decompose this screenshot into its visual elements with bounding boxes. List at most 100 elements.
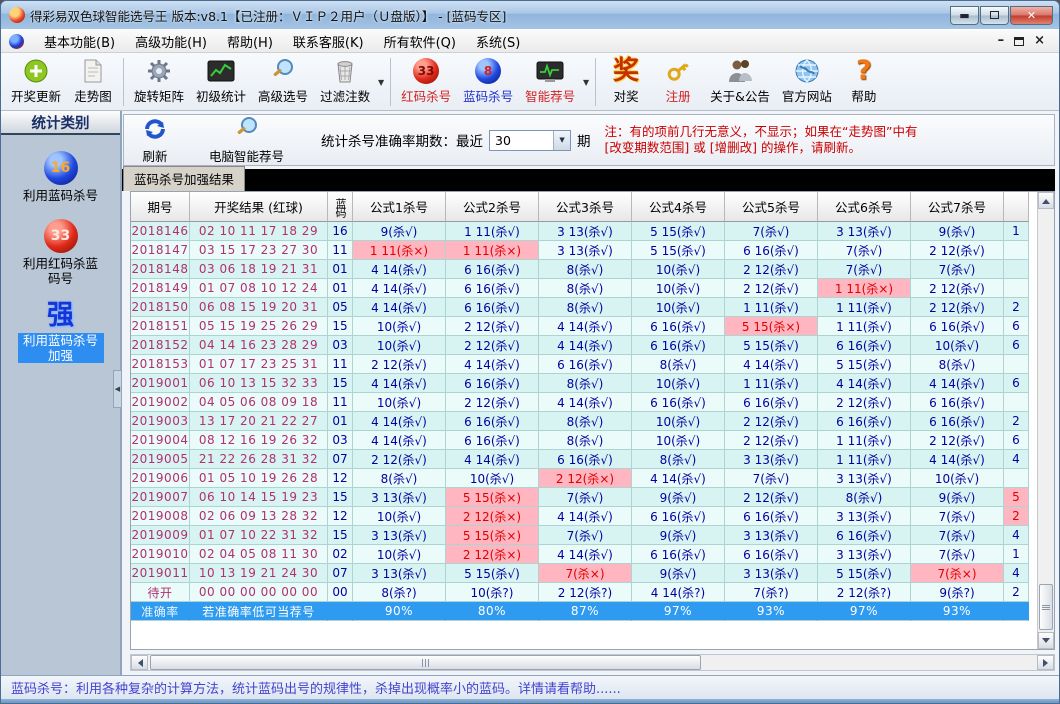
table-row[interactable]: 201814703 15 17 23 27 30111 11(杀×)1 11(杀… — [131, 241, 1037, 260]
toolbar-button-帮助[interactable]: ?帮助 — [838, 55, 890, 109]
mdi-app-icon[interactable] — [9, 34, 24, 49]
vertical-scroll-thumb[interactable] — [1039, 584, 1053, 630]
column-header-公式1杀号[interactable]: 公式1杀号 — [353, 192, 446, 222]
horizontal-scroll-thumb[interactable] — [150, 655, 701, 670]
sidebar-item-利用蓝码杀号[interactable]: 16利用蓝码杀号 — [1, 151, 120, 203]
mdi-minimize-button[interactable]: – — [998, 36, 1005, 46]
tab-blue-kill-enhanced[interactable]: 蓝码杀号加强结果 — [123, 166, 245, 191]
period-cell: 2018150 — [131, 298, 190, 317]
table-row[interactable]: 201900204 05 06 08 09 181110(杀√)2 12(杀√)… — [131, 393, 1037, 412]
column-header-公式7杀号[interactable]: 公式7杀号 — [911, 192, 1004, 222]
extra-cell — [1004, 355, 1029, 374]
column-header-公式3杀号[interactable]: 公式3杀号 — [539, 192, 632, 222]
extra-cell: 6 — [1004, 336, 1029, 355]
vertical-scrollbar[interactable] — [1037, 192, 1054, 649]
formula-cell: 8(杀√) — [632, 450, 725, 469]
sidebar-item-利用蓝码杀号加强[interactable]: 强利用蓝码杀号加强 — [1, 302, 120, 363]
toolbar-button-红码杀号[interactable]: 33红码杀号 — [395, 55, 457, 109]
table-row[interactable]: 201900802 06 09 13 28 321210(杀√)2 12(杀×)… — [131, 507, 1037, 526]
toolbar-button-对奖[interactable]: 奖对奖 — [600, 55, 652, 109]
table-row[interactable]: 201815204 14 16 23 28 290310(杀√)2 12(杀√)… — [131, 336, 1037, 355]
formula-cell: 4 14(杀√) — [353, 431, 446, 450]
toolbar-button-初级统计[interactable]: 初级统计 — [190, 55, 252, 109]
table-row[interactable]: 201815006 08 15 19 20 31054 14(杀√)6 16(杀… — [131, 298, 1037, 317]
toolbar-button-走势图[interactable]: 走势图 — [67, 55, 119, 109]
formula-cell: 1 11(杀√) — [725, 374, 818, 393]
red-balls-cell: 04 14 16 23 28 29 — [190, 336, 328, 355]
toolbar-button-注册[interactable]: 注册 — [652, 55, 704, 109]
table-row[interactable]: 201900521 22 26 28 31 32072 12(杀√)4 14(杀… — [131, 450, 1037, 469]
formula-cell: 8(杀√) — [632, 355, 725, 374]
minimize-button[interactable]: ▬ — [950, 6, 979, 25]
menu-item[interactable]: 高级功能(H) — [125, 29, 217, 54]
column-header-公式2杀号[interactable]: 公式2杀号 — [446, 192, 539, 222]
smart-pick-button[interactable]: 电脑智能荐号 — [200, 113, 293, 168]
formula-cell: 2 12(杀×) — [539, 469, 632, 488]
period-count-select[interactable]: 30 ▼ — [489, 130, 571, 151]
toolbar-button-官方网站[interactable]: 官方网站 — [776, 55, 838, 109]
column-header-期号[interactable]: 期号 — [131, 192, 190, 222]
toolbar-button-过滤注数[interactable]: 过滤注数 — [314, 55, 376, 109]
formula-cell: 6 16(杀√) — [911, 412, 1004, 431]
menu-item[interactable]: 帮助(H) — [217, 29, 283, 54]
toolbar-button-旋转矩阵[interactable]: 旋转矩阵 — [128, 55, 190, 109]
formula-cell: 2 12(杀×) — [446, 545, 539, 564]
column-header-开奖结果 (红球)[interactable]: 开奖结果 (红球) — [190, 192, 328, 222]
table-body: 201814602 10 11 17 18 29169(杀√)1 11(杀√)3… — [131, 222, 1037, 621]
table-row[interactable]: 待开00 00 00 00 00 00008(杀?)10(杀?)2 12(杀?)… — [131, 583, 1037, 602]
vertical-scroll-track[interactable] — [1038, 209, 1054, 632]
table-row[interactable]: 201815105 15 19 25 26 291510(杀√)2 12(杀√)… — [131, 317, 1037, 336]
toolbar-button-高级选号[interactable]: 高级选号 — [252, 55, 314, 109]
table-row[interactable]: 201900408 12 16 19 26 32034 14(杀√)6 16(杀… — [131, 431, 1037, 450]
table-row[interactable]: 201814901 07 08 10 12 24014 14(杀√)6 16(杀… — [131, 279, 1037, 298]
column-header-蓝码[interactable]: 蓝码 — [328, 192, 353, 222]
scroll-up-button[interactable] — [1038, 192, 1054, 209]
dropdown-arrow-icon[interactable]: ▼ — [376, 55, 386, 109]
sidebar-item-利用红码杀蓝码号[interactable]: 33利用红码杀蓝码号 — [1, 219, 120, 286]
scroll-left-button[interactable] — [131, 655, 148, 670]
red-balls-cell: 01 05 10 19 26 28 — [190, 469, 328, 488]
scroll-down-button[interactable] — [1038, 632, 1054, 649]
dropdown-arrow-icon[interactable]: ▼ — [581, 55, 591, 109]
column-header-公式5杀号[interactable]: 公式5杀号 — [725, 192, 818, 222]
column-header-extra[interactable] — [1004, 192, 1029, 222]
table-row[interactable]: 201900106 10 13 15 32 33154 14(杀√)6 16(杀… — [131, 374, 1037, 393]
period-cell: 2019010 — [131, 545, 190, 564]
refresh-button[interactable]: 刷新 — [132, 113, 178, 168]
close-button[interactable]: ✕ — [1010, 6, 1053, 25]
menu-item[interactable]: 联系客服(K) — [283, 29, 374, 54]
combo-arrow-icon[interactable]: ▼ — [553, 131, 570, 150]
table-row[interactable]: 201815301 07 17 23 25 31112 12(杀√)4 14(杀… — [131, 355, 1037, 374]
refresh-icon — [141, 116, 169, 145]
toolbar-button-关于&公告[interactable]: 关于&公告 — [704, 55, 776, 109]
menu-item[interactable]: 基本功能(B) — [34, 29, 125, 54]
toolbar-button-智能荐号[interactable]: 智能荐号 — [519, 55, 581, 109]
toolbar-button-蓝码杀号[interactable]: 8蓝码杀号 — [457, 55, 519, 109]
menu-item[interactable]: 所有软件(Q) — [374, 29, 466, 54]
column-header-公式4杀号[interactable]: 公式4杀号 — [632, 192, 725, 222]
table-row[interactable]: 201814803 06 18 19 21 31014 14(杀√)6 16(杀… — [131, 260, 1037, 279]
table-row[interactable]: 201901002 04 05 08 11 300210(杀√)2 12(杀×)… — [131, 545, 1037, 564]
table-row[interactable]: 201900901 07 10 22 31 32153 13(杀√)5 15(杀… — [131, 526, 1037, 545]
red-balls-cell: 08 12 16 19 26 32 — [190, 431, 328, 450]
maximize-button[interactable] — [980, 6, 1009, 25]
formula-cell: 3 13(杀√) — [353, 526, 446, 545]
question-icon: ? — [856, 58, 872, 84]
table-row[interactable]: 201900706 10 14 15 19 23153 13(杀√)5 15(杀… — [131, 488, 1037, 507]
mdi-close-button[interactable]: × — [1034, 36, 1045, 46]
column-header-公式6杀号[interactable]: 公式6杀号 — [818, 192, 911, 222]
formula-cell: 4 14(杀√) — [632, 469, 725, 488]
sidebar-collapse-handle[interactable]: ◀ — [113, 370, 122, 408]
horizontal-scrollbar[interactable] — [130, 654, 1055, 671]
table-row[interactable]: 201901110 13 19 21 24 30073 13(杀√)5 15(杀… — [131, 564, 1037, 583]
toolbar-button-开奖更新[interactable]: 开奖更新 — [5, 55, 67, 109]
scroll-right-button[interactable] — [1037, 655, 1054, 670]
mdi-restore-button[interactable] — [1014, 37, 1024, 46]
table-row[interactable]: 201900601 05 10 19 26 28128(杀√)10(杀√)2 1… — [131, 469, 1037, 488]
horizontal-scroll-track[interactable] — [148, 655, 1037, 670]
table-row[interactable]: 201814602 10 11 17 18 29169(杀√)1 11(杀√)3… — [131, 222, 1037, 241]
menu-item[interactable]: 系统(S) — [466, 29, 530, 54]
blue-code-cell: 00 — [328, 583, 353, 602]
formula-cell: 1 11(杀√) — [818, 450, 911, 469]
table-row[interactable]: 201900313 17 20 21 22 27014 14(杀√)6 16(杀… — [131, 412, 1037, 431]
